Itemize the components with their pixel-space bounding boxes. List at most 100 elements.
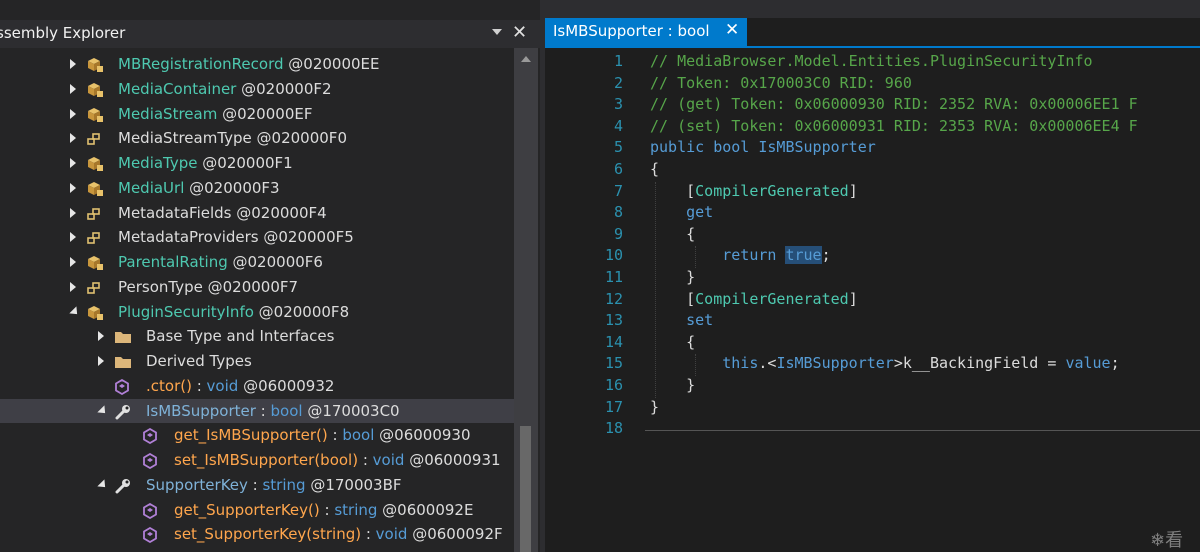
collapsed-arrow-icon[interactable] [70,158,76,168]
expanded-arrow-icon[interactable] [97,404,109,417]
tree-item[interactable]: IsMBSupporter : bool @170003C0 [0,398,514,423]
member-token: @020000F5 [258,228,354,247]
code-line: // (set) Token: 0x06000931 RID: 2353 RVA… [650,117,1138,135]
tab-ismbsupporter[interactable]: IsMBSupporter : bool ✕ [545,18,747,46]
line-number: 5 [613,138,623,157]
scrollbar-thumb[interactable] [520,426,531,552]
collapsed-arrow-icon[interactable] [98,331,104,342]
member-name: MediaType [118,154,198,172]
line-number: 2 [613,73,623,92]
collapsed-arrow-icon[interactable] [70,257,76,267]
tree-item-label: MBRegistrationRecord @020000EE [118,52,380,76]
class-icon [86,304,103,320]
member-token: @170003BF [305,475,402,494]
type-separator: : [255,401,271,420]
member-type: void [372,451,405,469]
code-token: ; [1110,354,1120,373]
vertical-scrollbar[interactable] [514,48,538,552]
tree-item[interactable]: get_SupporterKey() : string @0600092E [0,498,514,522]
tree-item[interactable]: SupporterKey : string @170003BF [0,473,514,497]
code-area[interactable]: 1 // MediaBrowser.Model.Entities.PluginSe… [545,48,1200,552]
code-line: this.<IsMBSupporter>k__BackingField = va… [650,354,1120,373]
tab-close-icon[interactable]: ✕ [725,20,739,40]
code-token: } [650,268,696,286]
tree-item[interactable]: PluginSecurityInfo @020000F8 [0,300,514,324]
tree-item[interactable]: MediaUrl @020000F3 [0,176,514,200]
collapsed-arrow-icon[interactable] [70,182,76,193]
member-type: void [206,376,239,395]
collapsed-arrow-icon[interactable] [70,207,76,218]
tree-item[interactable]: MetadataProviders @020000F5 [0,225,514,249]
member-token: @020000F2 [236,79,332,98]
method-icon [142,427,158,445]
tree-item[interactable]: MediaStream @020000EF [0,102,514,126]
tree-item-label: Base Type and Interfaces [146,324,334,348]
collapsed-arrow-icon[interactable] [70,59,76,69]
tree-item[interactable]: get_IsMBSupporter() : bool @06000930 [0,423,514,447]
expanded-arrow-icon[interactable] [69,305,81,318]
collapsed-arrow-icon[interactable] [70,133,76,144]
line-number: 18 [604,419,623,438]
member-name: MediaUrl [118,178,185,197]
close-icon[interactable]: ✕ [512,22,527,43]
line-number: 8 [613,203,623,222]
tree-item[interactable]: MediaStreamType @020000F0 [0,126,514,150]
tree-item[interactable]: set_IsMBSupporter(bool) : void @06000931 [0,448,514,472]
tree-item-label: PluginSecurityInfo @020000F8 [118,300,349,324]
tree-item[interactable]: MediaType @020000F1 [0,151,514,175]
expanded-arrow-icon[interactable] [97,479,109,491]
member-type: void [375,525,408,544]
code-line: [CompilerGenerated] [650,290,858,308]
tree-item-label: MediaStream @020000EF [118,102,312,126]
member-token: @06000930 [374,426,471,445]
member-token: @020000F3 [184,178,280,197]
collapsed-arrow-icon[interactable] [70,83,76,94]
line-number: 12 [604,289,623,308]
tree-item[interactable]: ParentalRating @020000F6 [0,250,514,274]
collapsed-arrow-icon[interactable] [70,281,76,292]
class-icon [86,254,103,270]
tree-item[interactable]: MBRegistrationRecord @020000EE [0,52,514,76]
code-token: // MediaBrowser.Model.Entities.PluginSec… [650,52,1093,70]
tree-item[interactable]: PersonType @020000F7 [0,275,514,299]
code-line: get [650,203,713,221]
code-token: [ [650,181,696,200]
indent-guide [695,246,696,268]
code-token: IsMBSupporter [776,354,894,373]
line-number: 11 [604,268,623,286]
code-token: value [1065,354,1111,373]
type-separator: : [361,525,376,544]
panel-title: ssembly Explorer [0,24,126,42]
collapsed-arrow-icon[interactable] [98,356,104,366]
tree-item[interactable]: set_SupporterKey(string) : void @0600092… [0,522,514,546]
folder-icon [114,328,131,344]
code-editor: IsMBSupporter : bool ✕ 1 // MediaBrowser.… [545,18,1200,552]
code-token: // (get) Token: 0x06000930 RID: 2352 RVA… [650,95,1138,114]
tree-item-label: MediaStreamType @020000F0 [118,126,347,150]
member-name: MetadataFields [118,203,232,222]
tree-item[interactable]: Derived Types [0,349,514,373]
dropdown-arrow-icon[interactable] [492,29,502,35]
tree-item-label: MetadataFields @020000F4 [118,201,327,225]
line-number: 3 [613,95,623,114]
tree-item-label: MediaContainer @020000F2 [118,77,332,101]
tree-item[interactable]: .ctor() : void @06000932 [0,374,514,398]
tree-item-label: IsMBSupporter : bool @170003C0 [146,399,400,423]
code-token: CompilerGenerated [695,289,849,308]
collapsed-arrow-icon[interactable] [70,232,76,243]
tree-item[interactable]: MetadataFields @020000F4 [0,201,514,225]
code-line: return true; [650,246,831,265]
collapsed-arrow-icon[interactable] [70,108,76,119]
tree-item[interactable]: MediaContainer @020000F2 [0,77,514,101]
member-token: @0600092E [377,500,474,519]
method-icon [114,378,130,395]
member-type: string [262,475,306,494]
method-icon [142,526,158,544]
scroll-up-icon[interactable] [521,56,531,62]
code-line: } [650,268,695,286]
tree-item[interactable]: Base Type and Interfaces [0,324,514,348]
code-line: // Token: 0x170003C0 RID: 960 [650,74,912,92]
member-name: SupporterKey [146,475,248,494]
tree-item-label: MediaUrl @020000F3 [118,176,280,200]
code-token: { [650,224,696,243]
